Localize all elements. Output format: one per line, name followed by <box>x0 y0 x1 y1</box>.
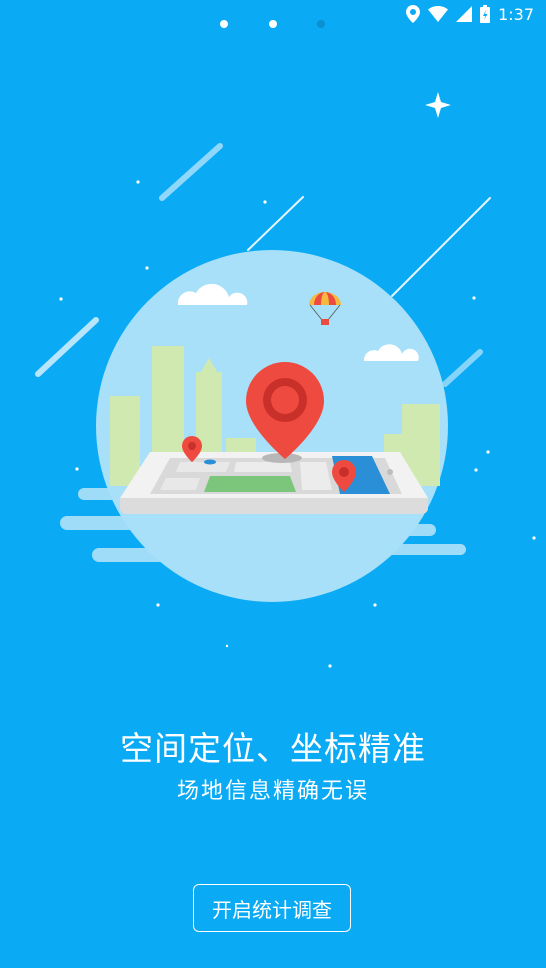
feature-subtitle: 场地信息精确无误 <box>176 779 369 804</box>
map-location-illustration <box>35 92 536 668</box>
start-survey-button[interactable]: 开启统计调查 <box>193 884 351 932</box>
feature-title: 空间定位、坐标精准 <box>120 729 426 768</box>
phone-map <box>120 452 428 514</box>
